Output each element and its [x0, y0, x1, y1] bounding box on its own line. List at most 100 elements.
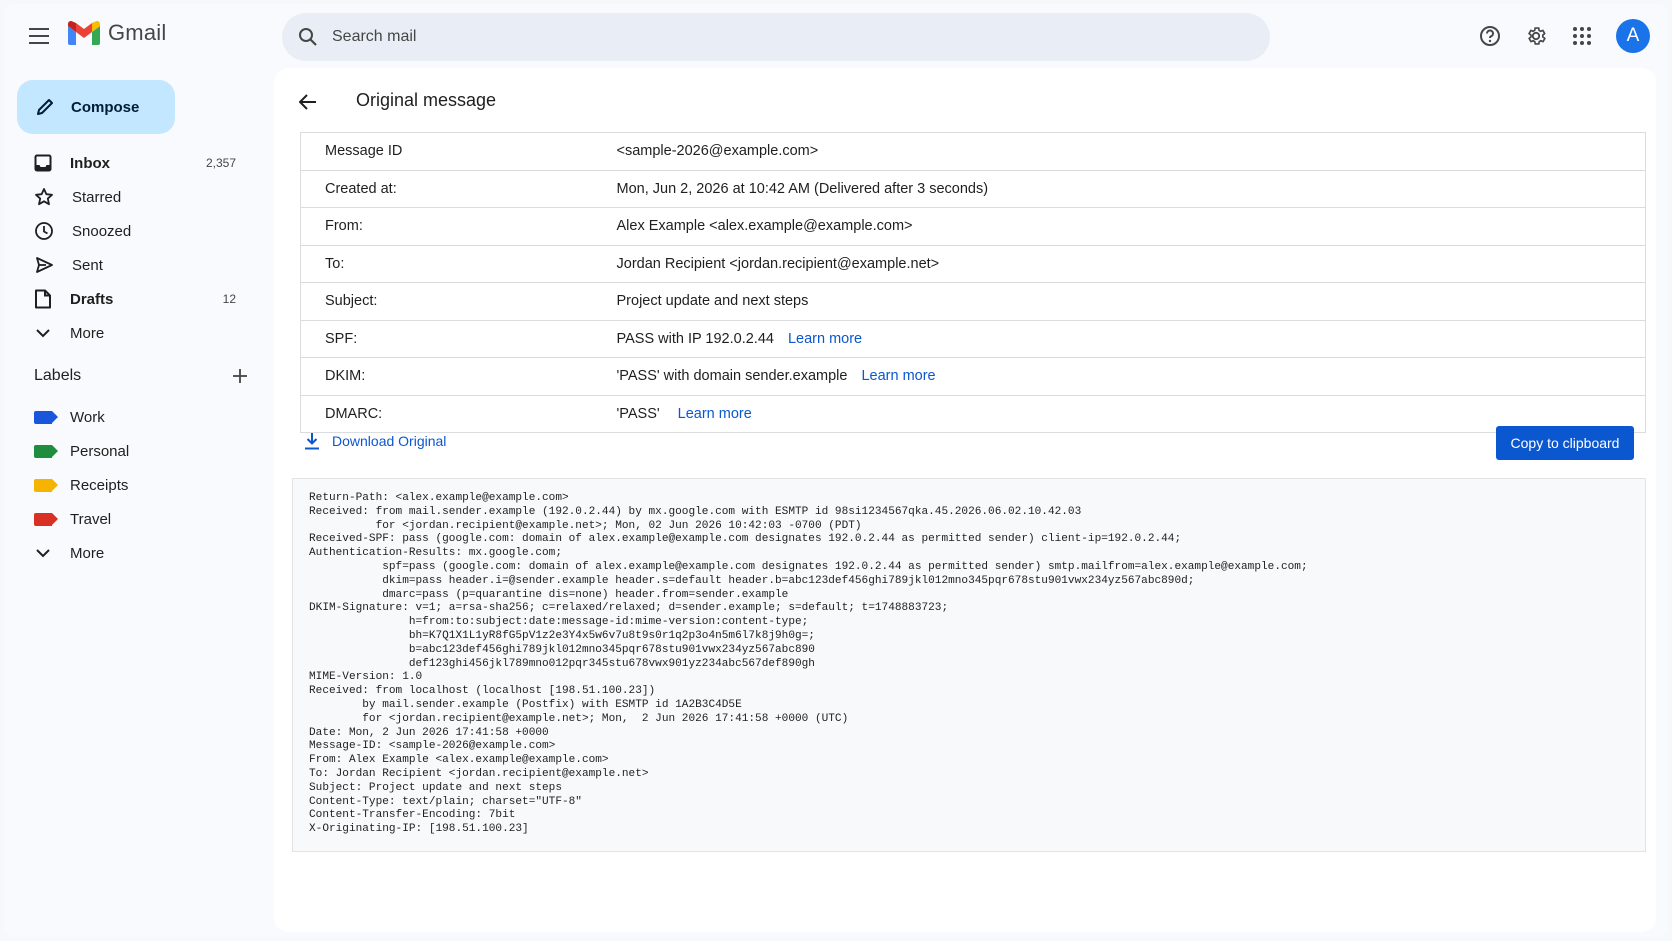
- page-title: Original message: [356, 90, 497, 110]
- nav-label: Drafts: [70, 290, 114, 308]
- star-icon: [35, 188, 53, 206]
- main-menu-button[interactable]: [22, 18, 58, 54]
- label-name: Travel: [70, 510, 112, 528]
- label-item-more[interactable]: More: [4, 536, 260, 570]
- nav-label: Starred: [72, 188, 122, 206]
- chevron-down-icon: [36, 329, 50, 338]
- draft-icon: [35, 289, 51, 309]
- search-input[interactable]: [332, 28, 1212, 46]
- unread-count: 2,357: [205, 156, 236, 170]
- label-item-work[interactable]: Work: [4, 400, 260, 434]
- detail-key: To:: [300, 244, 617, 283]
- drafts-count: 12: [222, 292, 236, 306]
- clock-icon: [35, 222, 53, 240]
- arrow-back-icon: [299, 94, 316, 110]
- spf-learn-more-link[interactable]: Learn more: [788, 331, 862, 347]
- detail-row-to: To: Jordan Recipient <jordan.recipient@e…: [300, 244, 1646, 283]
- nav-item-starred[interactable]: Starred: [4, 180, 260, 214]
- label-item-receipts[interactable]: Receipts: [4, 468, 260, 502]
- gear-icon: [1528, 27, 1546, 45]
- download-icon: [305, 433, 319, 450]
- send-icon: [36, 257, 53, 273]
- detail-key: From:: [300, 207, 617, 245]
- detail-key: Subject:: [300, 282, 617, 320]
- raw-message-source[interactable]: Return-Path: <alex.example@example.com> …: [292, 478, 1646, 852]
- raw-headers-text: Return-Path: <alex.example@example.com> …: [309, 492, 1308, 836]
- search-bar[interactable]: [282, 13, 1270, 61]
- detail-row-spf: SPF: PASS with IP 192.0.2.44 Learn more: [300, 319, 1646, 358]
- label-tag-icon: [34, 512, 58, 526]
- original-message-panel: Original message Message ID <sample-2026…: [274, 68, 1656, 932]
- dmarc-learn-more-link[interactable]: Learn more: [678, 406, 752, 422]
- copy-to-clipboard-button[interactable]: Copy to clipboard: [1496, 426, 1634, 460]
- inbox-icon: [34, 154, 52, 172]
- nav-label: Inbox: [70, 154, 110, 172]
- compose-button[interactable]: Compose: [17, 80, 175, 134]
- settings-button[interactable]: [1516, 16, 1556, 56]
- detail-value: Jordan Recipient <jordan.recipient@examp…: [616, 244, 1646, 283]
- detail-value: Project update and next steps: [616, 282, 1646, 320]
- message-id-value: <sample-2026@example.com>: [616, 143, 819, 160]
- gmail-logo[interactable]: Gmail: [68, 20, 166, 46]
- label-item-travel[interactable]: Travel: [4, 502, 260, 536]
- apps-grid-icon: [1573, 27, 1591, 45]
- detail-key: Message ID: [325, 143, 403, 160]
- detail-row-subject: Subject: Project update and next steps: [300, 282, 1646, 320]
- detail-row-from: From: Alex Example <alex.example@example…: [300, 207, 1646, 245]
- download-original-link[interactable]: Download Original: [304, 432, 446, 450]
- nav-label: Sent: [72, 256, 103, 274]
- top-right-controls: A: [1470, 16, 1656, 56]
- nav-label: Snoozed: [72, 222, 132, 240]
- detail-key: DMARC:: [300, 394, 617, 433]
- nav-item-sent[interactable]: Sent: [4, 248, 260, 282]
- top-bar: Gmail A: [4, 4, 1668, 68]
- spf-value: PASS with IP 192.0.2.44: [616, 330, 774, 347]
- compose-label: Compose: [71, 98, 140, 116]
- help-icon: [1480, 26, 1500, 46]
- support-button[interactable]: [1470, 16, 1510, 56]
- detail-key: Created at:: [300, 169, 617, 208]
- detail-row-dmarc: DMARC: 'PASS' Learn more: [300, 394, 1646, 433]
- label-list: Work Personal Receipts Travel More: [4, 400, 260, 570]
- pencil-icon: [37, 99, 53, 115]
- detail-row-created: Created at: Mon, Jun 2, 2026 at 10:42 AM…: [300, 169, 1646, 208]
- detail-value-cell: 'PASS' Learn more: [616, 394, 1646, 433]
- account-avatar[interactable]: A: [1616, 19, 1650, 53]
- sidebar: Compose Inbox 2,357 Starred Snoozed Sent: [4, 68, 260, 937]
- nav-item-inbox[interactable]: Inbox 2,357: [4, 146, 260, 180]
- gmail-window: Gmail A Compose: [4, 4, 1668, 937]
- label-name: More: [70, 544, 105, 562]
- label-item-personal[interactable]: Personal: [4, 434, 260, 468]
- detail-value: Alex Example <alex.example@example.com>: [616, 207, 1646, 245]
- label-tag-icon: [34, 478, 58, 492]
- app-name: Gmail: [108, 20, 167, 45]
- detail-value-cell: PASS with IP 192.0.2.44 Learn more: [616, 319, 1646, 358]
- label-name: Work: [70, 408, 105, 426]
- label-tag-icon: [34, 444, 58, 458]
- label-name: Receipts: [70, 476, 129, 494]
- detail-value: Mon, Jun 2, 2026 at 10:42 AM (Delivered …: [616, 169, 1646, 208]
- labels-title: Labels: [34, 367, 82, 384]
- plus-icon[interactable]: [232, 368, 248, 384]
- detail-value-cell: 'PASS' with domain sender.example Learn m…: [616, 357, 1646, 395]
- nav-item-more[interactable]: More: [4, 316, 260, 350]
- dmarc-value: 'PASS': [616, 405, 660, 422]
- detail-row-message-id: Message ID <sample-2026@example.com>: [301, 133, 1646, 171]
- detail-key: DKIM:: [300, 357, 617, 395]
- nav-item-drafts[interactable]: Drafts 12: [4, 282, 260, 316]
- google-apps-button[interactable]: [1562, 16, 1602, 56]
- nav-item-snoozed[interactable]: Snoozed: [4, 214, 260, 248]
- label-name: Personal: [70, 442, 130, 460]
- gmail-m-icon: [68, 21, 100, 45]
- labels-header: Labels: [34, 367, 248, 385]
- download-label: Download Original: [332, 433, 447, 449]
- nav-label: More: [70, 324, 105, 342]
- dkim-value: 'PASS' with domain sender.example: [616, 368, 848, 385]
- hamburger-menu-icon: [29, 28, 49, 44]
- label-tag-icon: [34, 410, 58, 424]
- detail-key: SPF:: [300, 319, 617, 358]
- dkim-learn-more-link[interactable]: Learn more: [861, 368, 935, 384]
- back-button[interactable]: [288, 82, 328, 122]
- main-nav: Inbox 2,357 Starred Snoozed Sent Drafts: [4, 146, 260, 350]
- search-icon[interactable]: [298, 27, 318, 47]
